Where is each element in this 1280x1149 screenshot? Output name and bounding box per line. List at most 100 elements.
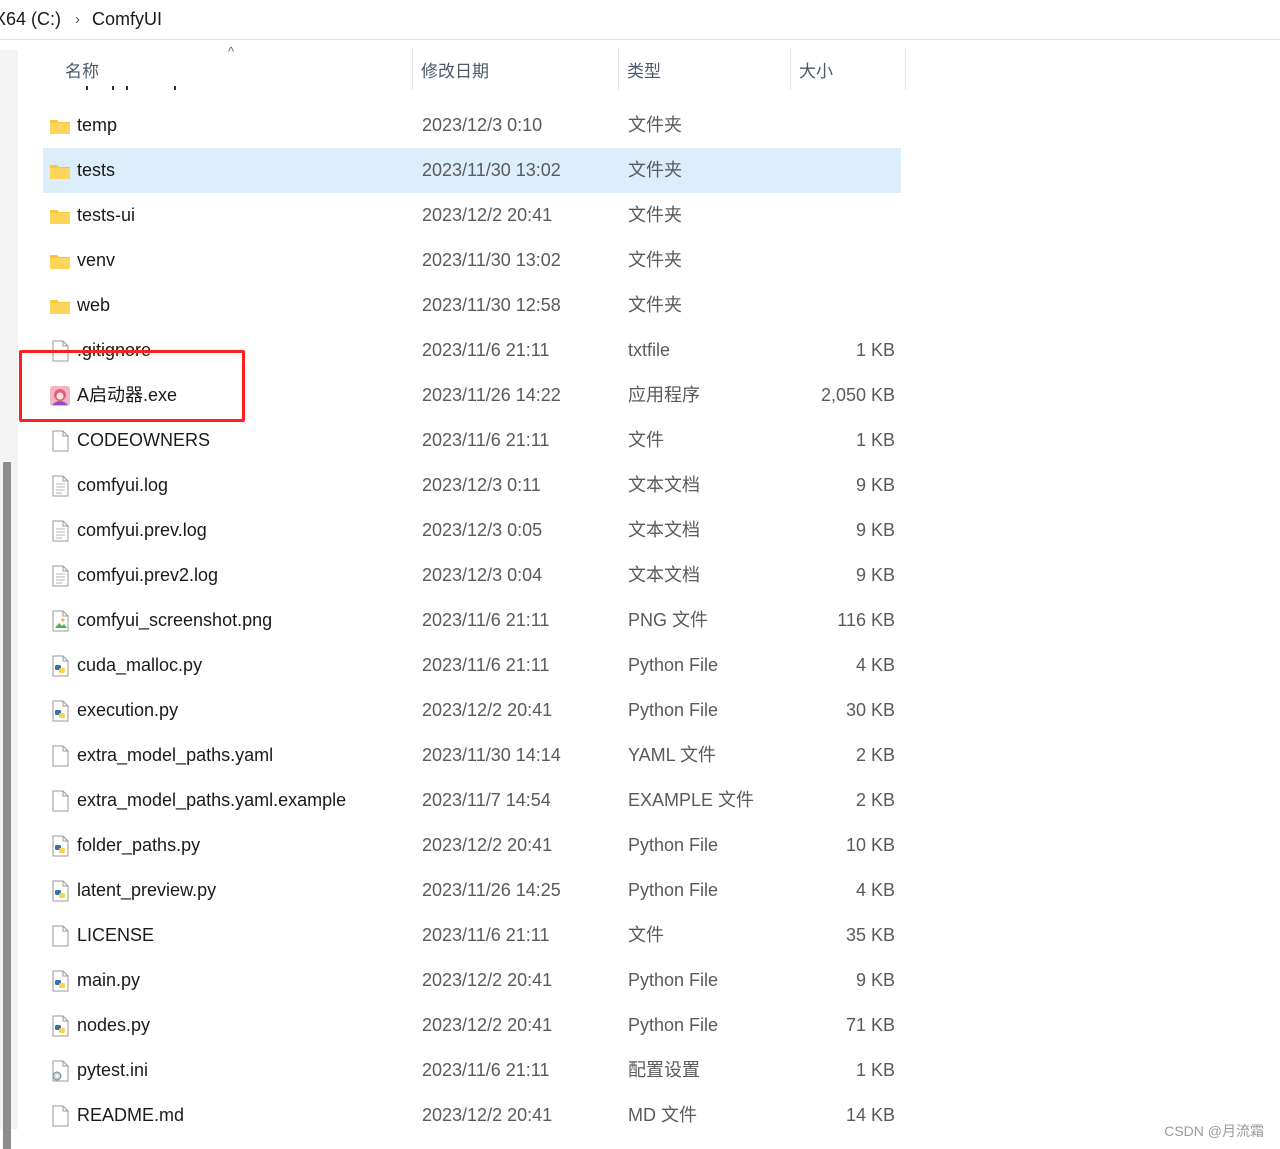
file-date-modified: 2023/11/6 21:11: [422, 430, 550, 450]
file-type: Python File: [628, 835, 719, 855]
file-name: nodes.py: [77, 1015, 151, 1035]
file-row[interactable]: execution.py 2023/12/2 20:41 Python File 30…: [43, 688, 901, 733]
breadcrumb: X64 (C:) › ComfyUI: [0, 0, 1280, 40]
file-type: 文件: [628, 430, 664, 450]
file-size: 116 KB: [837, 610, 895, 630]
folder-icon: [49, 250, 71, 272]
file-row[interactable]: nodes.py 2023/12/2 20:41 Python File 71 KB: [43, 1003, 901, 1048]
file-name: latent_preview.py: [77, 880, 217, 900]
column-header-type[interactable]: 类型: [619, 48, 789, 90]
file-row[interactable]: comfyui.prev2.log 2023/12/3 0:04 文本文档 9 KB: [43, 553, 901, 598]
sort-ascending-icon: ^: [228, 44, 235, 59]
file-type: Python File: [628, 880, 719, 900]
file-size: 9 KB: [855, 970, 895, 990]
file-size: 1 KB: [855, 1060, 895, 1080]
file-row[interactable]: latent_preview.py 2023/11/26 14:25 Python …: [43, 868, 901, 913]
file-type: Python File: [628, 1015, 719, 1035]
file-size: 14 KB: [845, 1105, 895, 1125]
file-name: comfyui.prev.log: [77, 520, 207, 540]
file-type: Python File: [628, 970, 719, 990]
file-row[interactable]: .gitignore 2023/11/6 21:11 txtfile 1 KB: [43, 328, 901, 373]
file-date-modified: 2023/12/2 20:41: [422, 700, 553, 720]
file-type: PNG 文件: [628, 610, 709, 630]
file-date-modified: 2023/11/7 14:54: [422, 790, 551, 810]
file-row[interactable]: folder_paths.py 2023/12/2 20:41 Python Fil…: [43, 823, 901, 868]
file-row[interactable]: CODEOWNERS 2023/11/6 21:11 文件 1 KB: [43, 418, 901, 463]
file-type: 文件夹: [628, 115, 682, 135]
file-size: 2 KB: [855, 745, 895, 765]
python-file-icon: [49, 700, 71, 722]
file-name: web: [77, 295, 111, 315]
file-size: 1 KB: [855, 340, 895, 360]
file-name: LICENSE: [77, 925, 155, 945]
file-type: 文件夹: [628, 295, 682, 315]
column-header-size[interactable]: 大小: [791, 48, 906, 90]
file-date-modified: 2023/11/6 21:11: [422, 340, 550, 360]
file-list: temp 2023/12/3 0:10 文件夹 tests 2023/11/30 13…: [43, 103, 901, 1138]
file-type: 应用程序: [628, 385, 700, 405]
folder-icon: [49, 295, 71, 317]
file-size: 4 KB: [855, 880, 895, 900]
file-row[interactable]: extra_model_paths.yaml 2023/11/30 14:14 YA…: [43, 733, 901, 778]
file-date-modified: 2023/11/30 13:02: [422, 250, 561, 270]
file-size: 9 KB: [855, 475, 895, 495]
file-size: 9 KB: [855, 520, 895, 540]
column-header-date[interactable]: 修改日期: [413, 48, 618, 90]
breadcrumb-folder[interactable]: ComfyUI: [92, 9, 162, 30]
file-name: extra_model_paths.yaml: [77, 745, 274, 765]
file-date-modified: 2023/12/2 20:41: [422, 970, 553, 990]
breadcrumb-chevron-icon[interactable]: ›: [75, 11, 80, 28]
file-date-modified: 2023/12/2 20:41: [422, 1015, 553, 1035]
file-row[interactable]: comfyui.prev.log 2023/12/3 0:05 文本文档 9 KB: [43, 508, 901, 553]
file-date-modified: 2023/12/3 0:11: [422, 475, 541, 495]
file-name: tests-ui: [77, 205, 136, 225]
file-row[interactable]: A启动器.exe 2023/11/26 14:22 应用程序 2,050 KB: [43, 373, 901, 418]
file-date-modified: 2023/12/2 20:41: [422, 1105, 553, 1125]
file-row[interactable]: LICENSE 2023/11/6 21:11 文件 35 KB: [43, 913, 901, 958]
file-date-modified: 2023/12/3 0:05: [422, 520, 543, 540]
file-type: 文本文档: [628, 565, 700, 585]
python-file-icon: [49, 880, 71, 902]
file-row[interactable]: tests-ui 2023/12/2 20:41 文件夹: [43, 193, 901, 238]
scrolled-row-remnant: [86, 84, 196, 92]
python-file-icon: [49, 655, 71, 677]
python-file-icon: [49, 970, 71, 992]
file-date-modified: 2023/11/30 13:02: [422, 160, 561, 180]
file-row[interactable]: comfyui_screenshot.png 2023/11/6 21:11 PNG…: [43, 598, 901, 643]
navigation-pane-edge: [0, 50, 18, 1149]
text-file-icon: [49, 520, 71, 542]
file-name: A启动器.exe: [77, 385, 178, 405]
file-name: tests: [77, 160, 116, 180]
column-divider[interactable]: [905, 48, 906, 90]
file-date-modified: 2023/12/2 20:41: [422, 205, 553, 225]
file-type: 文件夹: [628, 160, 682, 180]
column-header-date-label: 修改日期: [421, 61, 489, 81]
file-date-modified: 2023/11/6 21:11: [422, 1060, 550, 1080]
file-size: 2,050 KB: [820, 385, 895, 405]
file-type: MD 文件: [628, 1105, 697, 1125]
file-size: 71 KB: [845, 1015, 895, 1035]
column-header-name-label: 名称: [65, 61, 99, 81]
file-row[interactable]: web 2023/11/30 12:58 文件夹: [43, 283, 901, 328]
blank-file-icon: [49, 1105, 71, 1127]
file-type: 文本文档: [628, 520, 700, 540]
file-name: main.py: [77, 970, 141, 990]
app-exe-icon: [49, 385, 71, 407]
file-row[interactable]: venv 2023/11/30 13:02 文件夹: [43, 238, 901, 283]
file-row[interactable]: README.md 2023/12/2 20:41 MD 文件 14 KB: [43, 1093, 901, 1138]
file-row[interactable]: tests 2023/11/30 13:02 文件夹: [43, 148, 901, 193]
file-row[interactable]: extra_model_paths.yaml.example 2023/11/7 …: [43, 778, 901, 823]
python-file-icon: [49, 1015, 71, 1037]
image-file-icon: [49, 610, 71, 632]
file-row[interactable]: main.py 2023/12/2 20:41 Python File 9 KB: [43, 958, 901, 1003]
navigation-scrollbar[interactable]: [3, 462, 11, 1149]
file-row[interactable]: temp 2023/12/3 0:10 文件夹: [43, 103, 901, 148]
file-row[interactable]: pytest.ini 2023/11/6 21:11 配置设置 1 KB: [43, 1048, 901, 1093]
file-row[interactable]: cuda_malloc.py 2023/11/6 21:11 Python File…: [43, 643, 901, 688]
watermark: CSDN @月流霜: [1164, 1123, 1264, 1139]
folder-icon: [49, 205, 71, 227]
file-size: 9 KB: [855, 565, 895, 585]
file-date-modified: 2023/11/6 21:11: [422, 610, 550, 630]
breadcrumb-drive[interactable]: X64 (C:): [0, 9, 61, 30]
file-row[interactable]: comfyui.log 2023/12/3 0:11 文本文档 9 KB: [43, 463, 901, 508]
